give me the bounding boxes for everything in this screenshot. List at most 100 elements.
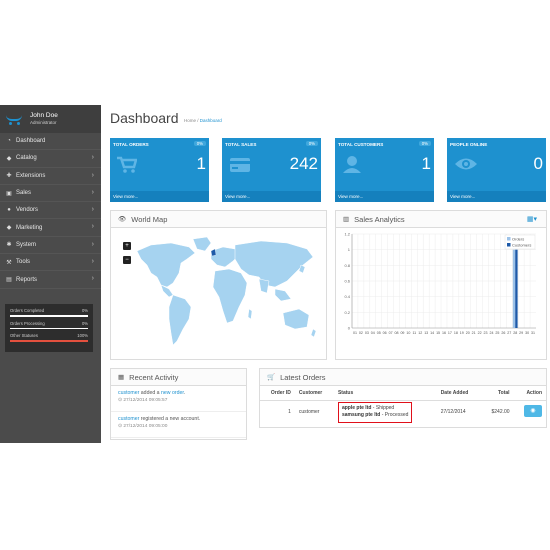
chevron-right-icon: › xyxy=(91,275,94,283)
tile-value: 1 xyxy=(421,154,431,173)
world-map[interactable] xyxy=(111,229,326,359)
header-total: Total xyxy=(481,386,514,401)
tile-value: 0 xyxy=(533,154,543,173)
sidebar-item-catalog[interactable]: ◆ Catalog › xyxy=(0,150,101,168)
tile-title: TOTAL ORDERS xyxy=(113,142,149,147)
tile-total-orders: TOTAL ORDERS 0% 1 View more... xyxy=(110,138,209,202)
legend-label: Orders xyxy=(512,237,524,242)
stat-value: 0% xyxy=(81,320,88,326)
logo-icon xyxy=(6,113,24,125)
x-tick-label: 07 xyxy=(389,331,393,335)
header-status: Status xyxy=(333,386,437,401)
status-vendor: samsung pte ltd xyxy=(341,412,381,419)
world-map-panel: 👁 World Map + − xyxy=(110,210,327,360)
stat-progress-bar xyxy=(10,340,88,342)
recent-activity-header: ▦ Recent Activity xyxy=(111,369,246,386)
map-madagascar xyxy=(247,308,253,320)
recent-activity-title: Recent Activity xyxy=(129,372,179,382)
sidebar-item-tools[interactable]: ⚒ Tools › xyxy=(0,254,101,272)
x-tick-label: 19 xyxy=(460,331,464,335)
chevron-right-icon: › xyxy=(91,171,94,179)
x-tick-label: 31 xyxy=(531,331,535,335)
stat-label: Orders Processing xyxy=(10,320,45,326)
cart-icon: 🛒 xyxy=(267,374,276,381)
order-status-box: apple pte ltd - Shipped samsung pte ltd … xyxy=(337,401,413,423)
chart-icon: ▤ xyxy=(6,277,12,284)
bar-customers xyxy=(515,249,518,328)
x-tick-label: 24 xyxy=(489,331,493,335)
cart-icon xyxy=(117,155,138,173)
x-tick-label: 14 xyxy=(430,331,434,335)
tile-view-more-link[interactable]: View more... xyxy=(335,191,434,202)
tile-total-customers: TOTAL CUSTOMERS 0% 1 View more... xyxy=(335,138,434,202)
sidebar-item-sales[interactable]: ▣ Sales › xyxy=(0,185,101,203)
calendar-dropdown-icon[interactable]: ▦▾ xyxy=(527,215,537,223)
sidebar-item-reports[interactable]: ▤ Reports › xyxy=(0,271,101,289)
stat-row: Other Statuses 100% xyxy=(10,333,88,342)
eye-icon xyxy=(454,155,477,173)
x-tick-label: 23 xyxy=(484,331,488,335)
sidebar-item-label: Extensions xyxy=(16,172,46,179)
stat-progress-bar xyxy=(10,315,88,317)
legend-swatch xyxy=(507,237,511,241)
order-status-cell: apple pte ltd - Shipped samsung pte ltd … xyxy=(334,400,437,424)
tile-view-more-link[interactable]: View more... xyxy=(110,191,209,202)
view-order-button[interactable]: ◉ xyxy=(524,405,542,418)
order-customer: customer xyxy=(298,409,320,416)
sidebar-item-system[interactable]: ✱ System › xyxy=(0,237,101,255)
table-header-row: Order ID Customer Status Date Added Tota… xyxy=(260,386,546,401)
tile-view-more-link[interactable]: View more... xyxy=(447,191,546,202)
breadcrumb-home[interactable]: Home xyxy=(184,118,196,123)
activity-item: customer added a new order. ⊙ 27/12/2014… xyxy=(111,386,246,412)
map-new-zealand xyxy=(310,328,317,338)
dashboard-icon: ◔ xyxy=(7,138,11,145)
table-row: 1 customer apple pte ltd - Shipped samsu… xyxy=(260,400,546,424)
map-south-america xyxy=(168,294,192,346)
activity-time: ⊙ 27/12/2014 09:05:00 xyxy=(118,424,168,429)
sidebar-item-extensions[interactable]: ✚ Extensions › xyxy=(0,168,101,185)
y-tick-label: 0.6 xyxy=(344,279,350,284)
order-action-cell: ◉ xyxy=(514,400,546,424)
sidebar: John Doe Administrator ◔ Dashboard ◆ Catalo… xyxy=(0,105,101,443)
sidebar-item-label: Reports xyxy=(16,276,38,283)
tile-percent-badge: 0% xyxy=(418,141,431,146)
sidebar-item-marketing[interactable]: ◆ Marketing › xyxy=(0,219,101,237)
latest-orders-panel: 🛒 Latest Orders Order ID Customer Status… xyxy=(259,368,547,428)
sidebar-item-label: System xyxy=(16,241,37,248)
tile-title: TOTAL SALES xyxy=(225,142,257,147)
order-date: 27/12/2014 xyxy=(440,409,466,416)
tile-value: 242 xyxy=(289,154,318,173)
order-id: 1 xyxy=(288,409,291,416)
x-tick-label: 18 xyxy=(454,331,458,335)
sidebar-item-dashboard[interactable]: ◔ Dashboard xyxy=(0,133,101,151)
activity-text: added a xyxy=(140,390,160,396)
activity-item: customer registered a new account. ⊙ 27/… xyxy=(111,412,246,438)
y-tick-label: 0.2 xyxy=(344,310,350,315)
status-text: - Shipped xyxy=(371,404,395,411)
gear-icon: ✱ xyxy=(6,242,12,249)
x-tick-label: 28 xyxy=(513,331,517,335)
activity-actor-link[interactable]: customer xyxy=(118,390,139,396)
status-text: - Processed xyxy=(380,412,409,419)
activity-tail: . xyxy=(183,390,186,396)
x-tick-label: 15 xyxy=(436,331,440,335)
stat-value: 100% xyxy=(77,333,88,338)
user-name: John Doe xyxy=(30,112,58,119)
tile-percent-badge: 0% xyxy=(305,141,318,146)
share-icon: ◆ xyxy=(6,225,12,232)
latest-orders-title: Latest Orders xyxy=(280,372,326,382)
breadcrumb-current[interactable]: Dashboard xyxy=(200,118,222,123)
activity-actor-link[interactable]: customer xyxy=(118,416,139,422)
activity-text: registered a new account. xyxy=(140,416,201,422)
bar-chart-icon: ▥ xyxy=(343,216,350,223)
x-tick-label: 22 xyxy=(478,331,482,335)
page-title: Dashboard xyxy=(110,110,179,126)
user-role: Administrator xyxy=(30,119,57,125)
activity-order-link[interactable]: new order xyxy=(161,390,184,396)
x-tick-label: 11 xyxy=(412,331,416,335)
tile-view-more-link[interactable]: View more... xyxy=(222,191,321,202)
y-tick-label: 0.4 xyxy=(344,294,350,299)
user-profile[interactable]: John Doe Administrator xyxy=(0,105,101,133)
header-order-id: Order ID xyxy=(260,386,295,401)
sidebar-item-vendors[interactable]: ● Vendors › xyxy=(0,202,101,220)
